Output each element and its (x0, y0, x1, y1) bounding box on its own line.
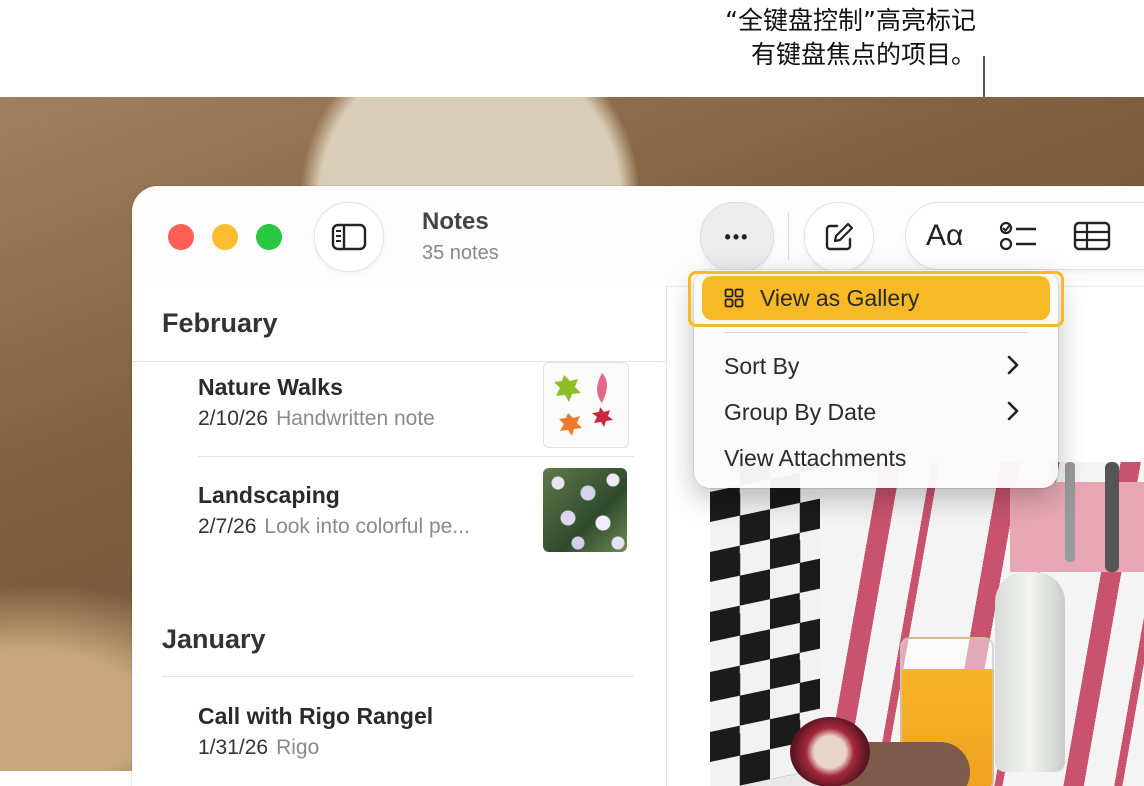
note-meta: 2/7/26 Look into colorful pe... (198, 515, 470, 539)
fig (790, 717, 870, 786)
list-item[interactable]: Call with Rigo Rangel 1/31/26 Rigo (198, 703, 433, 760)
note-meta: 1/31/26 Rigo (198, 736, 433, 760)
pane-divider (666, 286, 667, 786)
text-format-button[interactable]: Aα (926, 219, 963, 253)
note-thumbnail (543, 362, 629, 448)
row-divider (198, 456, 634, 457)
close-button[interactable] (168, 224, 194, 250)
menu-item-sort-by[interactable]: Sort By (706, 344, 1046, 388)
leaves-sketch-image (554, 373, 613, 436)
fork (1065, 462, 1075, 562)
note-preview: Look into colorful pe... (264, 515, 470, 538)
pink-napkin (1010, 482, 1144, 572)
menu-separator (724, 332, 1028, 333)
list-item[interactable]: Landscaping 2/7/26 Look into colorful pe.… (198, 482, 470, 539)
new-note-button[interactable] (804, 202, 874, 272)
sidebar-icon (331, 223, 367, 251)
window-title: Notes (422, 208, 489, 235)
section-divider (162, 676, 634, 677)
notes-list: February Nature Walks 2/10/26 Handwritten… (132, 286, 666, 786)
checklist-icon[interactable] (999, 221, 1039, 251)
table-icon[interactable] (1073, 221, 1111, 251)
note-date: 2/10/26 (198, 407, 269, 430)
note-title: Call with Rigo Rangel (198, 703, 434, 729)
chevron-right-icon (1007, 401, 1019, 421)
knife (1105, 462, 1119, 572)
note-date: 2/7/26 (198, 515, 257, 538)
note-photo (710, 462, 1144, 786)
chevron-right-icon (1007, 355, 1019, 375)
keyboard-focus-ring (688, 271, 1064, 327)
section-header-january: January (162, 624, 266, 654)
zoom-button[interactable] (256, 224, 282, 250)
menu-item-label: Sort By (724, 352, 800, 379)
list-item[interactable]: Nature Walks 2/10/26 Handwritten note (198, 374, 435, 431)
note-title: Nature Walks (198, 374, 343, 400)
toggle-sidebar-button[interactable] (314, 202, 384, 272)
note-count: 35 notes (422, 242, 499, 264)
annotation-line-1: “全键盘控制”高亮标记 (725, 6, 976, 35)
menu-item-group-by-date[interactable]: Group By Date (706, 390, 1046, 434)
ellipsis-icon: ••• (724, 226, 750, 247)
menu-item-label: Group By Date (724, 398, 877, 425)
minimize-button[interactable] (212, 224, 238, 250)
menu-item-view-attachments[interactable]: View Attachments (706, 436, 1046, 480)
annotation-callout: “全键盘控制”高亮标记 有键盘焦点的项目。 (656, 4, 976, 72)
formatting-toolbar-group: Aα (905, 202, 1144, 270)
note-preview: Handwritten note (276, 407, 435, 430)
annotation-line-2: 有键盘焦点的项目。 (750, 40, 976, 69)
note-meta: 2/10/26 Handwritten note (198, 407, 435, 431)
pepper-mill (995, 572, 1065, 772)
note-title: Landscaping (198, 482, 340, 508)
toolbar-divider (788, 212, 789, 260)
compose-icon (825, 222, 854, 251)
window-title-block: Notes 35 notes (422, 208, 499, 265)
note-preview: Rigo (276, 736, 320, 759)
section-header-february: February (162, 308, 278, 338)
menu-item-label: View Attachments (724, 444, 907, 471)
note-date: 1/31/26 (198, 736, 269, 759)
more-options-button[interactable]: ••• (700, 202, 774, 272)
note-thumbnail (543, 468, 627, 552)
